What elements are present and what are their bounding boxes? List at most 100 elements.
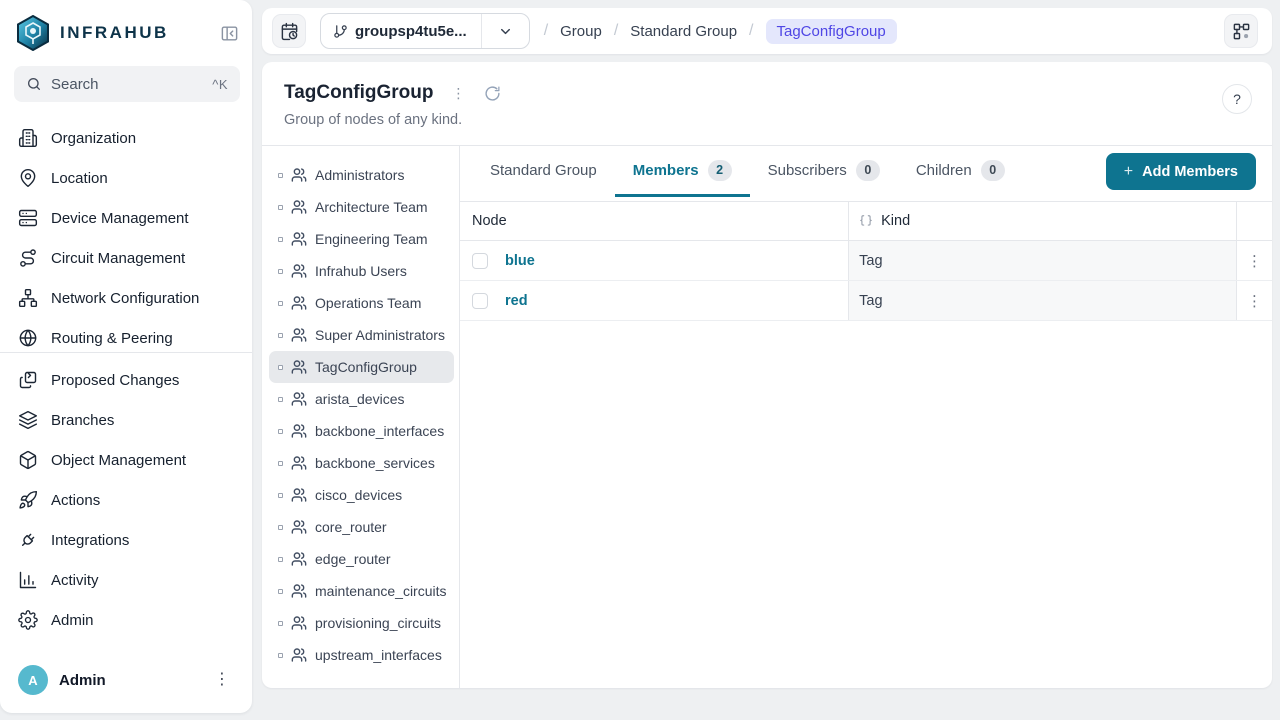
table-header-row: Node Kind [460, 201, 1272, 241]
group-label: Infrahub Users [315, 263, 407, 279]
kind-value: Tag [859, 252, 883, 269]
calendar-clock-button[interactable] [272, 14, 306, 48]
sidebar-item[interactable]: Network Configuration [14, 278, 240, 318]
refresh-button[interactable] [484, 85, 501, 102]
breadcrumb-current: TagConfigGroup [765, 18, 897, 44]
row-checkbox[interactable] [472, 252, 488, 269]
page-subtitle: Group of nodes of any kind. [284, 112, 463, 128]
group-list-item[interactable]: maintenance_circuits [269, 575, 454, 607]
group-list-item[interactable]: backbone_services [269, 447, 454, 479]
group-label: backbone_services [315, 455, 435, 471]
sidebar-item[interactable]: Proposed Changes [14, 360, 240, 400]
square-bullet-icon [278, 620, 283, 626]
row-kebab-icon[interactable]: ⋮ [1242, 290, 1267, 312]
group-list-item[interactable]: provisioning_circuits [269, 607, 454, 639]
group-list-item[interactable]: core_router [269, 511, 454, 543]
page-kebab-icon[interactable]: ⋮ [448, 83, 470, 104]
square-bullet-icon [278, 332, 283, 338]
table-row[interactable]: red Tag ⋮ [460, 281, 1272, 321]
row-checkbox[interactable] [472, 292, 488, 309]
square-bullet-icon [278, 492, 283, 498]
rocket-icon [18, 490, 38, 510]
user-menu[interactable]: A Admin ⋮ [14, 657, 240, 703]
topbar: groupsp4tu5e... / Group / Standard Group… [262, 8, 1272, 54]
branch-dropdown-toggle[interactable] [480, 14, 529, 48]
square-bullet-icon [278, 236, 283, 242]
sidebar-item[interactable]: Circuit Management [14, 238, 240, 278]
group-label: Operations Team [315, 295, 422, 311]
sidebar-item[interactable]: Activity [14, 560, 240, 600]
workflow-button[interactable] [1224, 14, 1258, 48]
row-kebab-icon[interactable]: ⋮ [1242, 250, 1267, 272]
add-members-button[interactable]: + Add Members [1105, 153, 1256, 190]
main-column: groupsp4tu5e... / Group / Standard Group… [252, 0, 1280, 720]
help-button[interactable]: ? [1222, 84, 1252, 114]
sidebar-item[interactable]: Object Management [14, 440, 240, 480]
breadcrumb: / Group / Standard Group / TagConfigGrou… [543, 18, 897, 44]
square-bullet-icon [278, 172, 283, 178]
group-label: backbone_interfaces [315, 423, 445, 439]
users-icon [291, 487, 307, 503]
sidebar-collapse-icon[interactable] [218, 22, 240, 44]
sidebar-item[interactable]: Admin [14, 600, 240, 640]
table-row[interactable]: blue Tag ⋮ [460, 241, 1272, 281]
sidebar-item-label: Object Management [51, 451, 187, 469]
logo-row: INFRAHUB [14, 14, 240, 52]
group-list-item[interactable]: cisco_devices [269, 479, 454, 511]
sidebar-item[interactable]: Actions [14, 480, 240, 520]
sidebar-item-label: Location [51, 169, 108, 187]
group-list-item[interactable]: upstream_interfaces [269, 639, 454, 671]
breadcrumb-group[interactable]: Group [560, 23, 602, 40]
group-list-item[interactable]: edge_router [269, 543, 454, 575]
tab-panel: Standard Group Members 2 Subscribers 0 C… [460, 146, 1272, 688]
plus-icon: + [1123, 162, 1134, 180]
git-compare-icon [18, 370, 38, 390]
sidebar-item[interactable]: Organization [14, 118, 240, 158]
bar-chart-icon [18, 570, 38, 590]
tab-members[interactable]: Members 2 [614, 146, 750, 197]
tab-subscribers[interactable]: Subscribers 0 [750, 146, 898, 197]
square-bullet-icon [278, 396, 283, 402]
sidebar-item-label: Actions [51, 491, 101, 509]
search-shortcut: ^K [212, 76, 228, 92]
sidebar-item[interactable]: Branches [14, 400, 240, 440]
avatar: A [18, 665, 48, 695]
group-list-item[interactable]: Architecture Team [269, 191, 454, 223]
breadcrumb-separator: / [543, 22, 549, 39]
tab-standard-group[interactable]: Standard Group [472, 146, 615, 197]
group-list-item[interactable]: Operations Team [269, 287, 454, 319]
group-list-item[interactable]: arista_devices [269, 383, 454, 415]
branch-selector[interactable]: groupsp4tu5e... [320, 13, 530, 49]
group-list-item[interactable]: TagConfigGroup [269, 351, 454, 383]
page-header: TagConfigGroup ⋮ Group of nodes of any k… [262, 62, 1272, 146]
square-bullet-icon [278, 364, 283, 370]
group-list-item[interactable]: backbone_interfaces [269, 415, 454, 447]
sidebar-item[interactable]: Integrations [14, 520, 240, 560]
square-bullet-icon [278, 300, 283, 306]
group-label: TagConfigGroup [315, 359, 417, 375]
square-bullet-icon [278, 556, 283, 562]
sidebar-item[interactable]: Routing & Peering [14, 318, 240, 352]
sidebar-item[interactable]: Location [14, 158, 240, 198]
breadcrumb-standard-group[interactable]: Standard Group [630, 23, 737, 40]
user-kebab-icon[interactable]: ⋮ [208, 668, 236, 692]
search-input[interactable] [51, 75, 204, 93]
sidebar-item-label: Routing & Peering [51, 329, 173, 347]
group-list-item[interactable]: Administrators [269, 159, 454, 191]
chevron-down-icon [500, 28, 510, 34]
infrahub-logo-icon [16, 14, 50, 52]
square-bullet-icon [278, 652, 283, 658]
group-list-item[interactable]: Engineering Team [269, 223, 454, 255]
tab-children[interactable]: Children 0 [898, 146, 1023, 197]
node-link[interactable]: blue [505, 253, 535, 269]
group-list-item[interactable]: Super Administrators [269, 319, 454, 351]
square-bullet-icon [278, 588, 283, 594]
group-label: upstream_interfaces [315, 647, 442, 663]
node-link[interactable]: red [505, 293, 528, 309]
group-label: Architecture Team [315, 199, 428, 215]
group-label: edge_router [315, 551, 391, 567]
group-list-item[interactable]: Infrahub Users [269, 255, 454, 287]
sidebar-item[interactable]: Device Management [14, 198, 240, 238]
sidebar: INFRAHUB ^K Organization Location [0, 0, 252, 713]
search-box[interactable]: ^K [14, 66, 240, 102]
